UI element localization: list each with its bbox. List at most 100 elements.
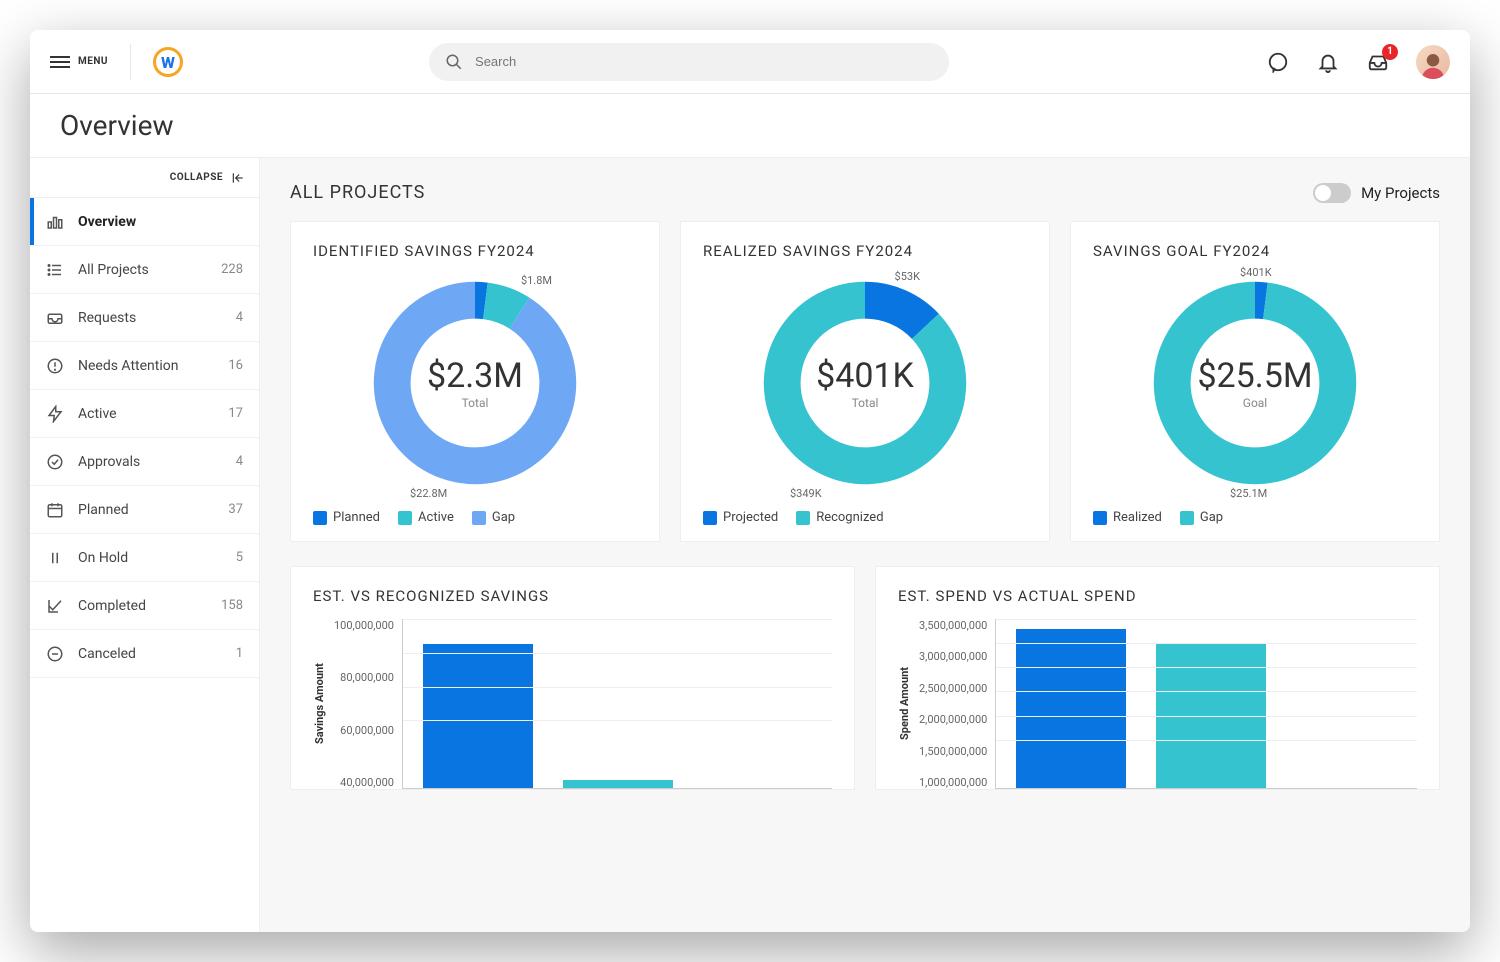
body: COLLAPSE Overview All Projects 228 Reque… <box>30 158 1470 932</box>
y-ticks: 100,000,00080,000,00060,000,00040,000,00… <box>326 619 402 789</box>
card-realized-savings: REALIZED SAVINGS FY2024 $401K Total $53K… <box>680 221 1050 542</box>
sidebar-item-count: 16 <box>228 358 243 373</box>
main-header: ALL PROJECTS My Projects <box>290 182 1440 203</box>
y-tick: 1,000,000,000 <box>919 776 987 789</box>
y-tick: 2,000,000,000 <box>919 713 987 726</box>
legend-swatch <box>313 511 327 525</box>
y-axis-label: Spend Amount <box>898 619 911 789</box>
bar <box>423 644 533 788</box>
legend-item: Projected <box>703 510 778 525</box>
sidebar-item-label: On Hold <box>78 550 128 566</box>
legend-swatch <box>472 511 486 525</box>
bar-card-row: EST. VS RECOGNIZED SAVINGS Savings Amoun… <box>290 566 1440 790</box>
check-box-icon <box>46 597 64 615</box>
y-tick: 2,500,000,000 <box>919 682 987 695</box>
topbar: MENU 1 <box>30 30 1470 94</box>
y-tick: 100,000,000 <box>334 619 394 632</box>
bolt-icon <box>46 405 64 423</box>
sidebar-item-label: Active <box>78 406 117 422</box>
section-title: ALL PROJECTS <box>290 182 425 203</box>
y-ticks: 3,500,000,000 3,000,000,000 2,500,000,000 2… <box>911 619 995 789</box>
y-tick: 80,000,000 <box>334 671 394 684</box>
legend-label: Gap <box>492 510 515 525</box>
legend-label: Active <box>418 510 454 525</box>
legend-swatch <box>703 511 717 525</box>
bar-chart: Spend Amount 3,500,000,000 3,000,000,000 2… <box>898 619 1417 789</box>
sidebar-item-canceled[interactable]: Canceled 1 <box>30 630 259 678</box>
y-tick: 3,500,000,000 <box>919 619 987 632</box>
chat-button[interactable] <box>1266 50 1290 74</box>
donut-chart: $25.5M Goal $401K $25.1M <box>1140 268 1370 498</box>
sidebar-item-approvals[interactable]: Approvals 4 <box>30 438 259 486</box>
search-box[interactable] <box>429 43 949 81</box>
sidebar-item-count: 1 <box>236 646 243 661</box>
sidebar-item-count: 17 <box>228 406 243 421</box>
sidebar-item-count: 158 <box>221 598 243 613</box>
sidebar-item-count: 4 <box>236 454 243 469</box>
y-tick: 3,000,000,000 <box>919 650 987 663</box>
segment-label-bottom: $25.1M <box>1230 487 1267 500</box>
y-tick: 40,000,000 <box>334 776 394 789</box>
sidebar-item-label: Planned <box>78 502 129 518</box>
legend-swatch <box>796 511 810 525</box>
sidebar-item-completed[interactable]: Completed 158 <box>30 582 259 630</box>
sidebar-item-label: Overview <box>78 214 136 230</box>
divider <box>130 44 131 80</box>
donut-center: $25.5M Goal <box>1140 268 1370 498</box>
sidebar-item-planned[interactable]: Planned 37 <box>30 486 259 534</box>
legend-label: Realized <box>1113 510 1162 525</box>
legend-item: Realized <box>1093 510 1162 525</box>
inbox-button[interactable]: 1 <box>1366 50 1390 74</box>
legend: Projected Recognized <box>703 510 1027 525</box>
my-projects-toggle[interactable] <box>1313 183 1351 203</box>
donut-center: $401K Total <box>750 268 980 498</box>
card-title: IDENTIFIED SAVINGS FY2024 <box>313 242 637 260</box>
hamburger-icon <box>50 56 70 68</box>
sidebar-item-needs-attention[interactable]: Needs Attention 16 <box>30 342 259 390</box>
list-icon <box>46 261 64 279</box>
search-input[interactable] <box>475 54 933 69</box>
page-title: Overview <box>60 109 174 142</box>
y-axis-label: Savings Amount <box>313 619 326 789</box>
legend-label: Projected <box>723 510 778 525</box>
user-avatar[interactable] <box>1416 45 1450 79</box>
workday-logo[interactable] <box>153 47 183 77</box>
legend-swatch <box>1180 511 1194 525</box>
pause-icon <box>46 549 64 567</box>
sidebar-item-label: Canceled <box>78 646 136 662</box>
notifications-button[interactable] <box>1316 50 1340 74</box>
sidebar-item-all-projects[interactable]: All Projects 228 <box>30 246 259 294</box>
card-est-vs-recognized: EST. VS RECOGNIZED SAVINGS Savings Amoun… <box>290 566 855 790</box>
legend-label: Recognized <box>816 510 883 525</box>
legend-swatch <box>398 511 412 525</box>
collapse-icon <box>231 171 245 185</box>
sidebar-item-label: Requests <box>78 310 136 326</box>
legend-item: Gap <box>472 510 515 525</box>
sidebar-item-overview[interactable]: Overview <box>30 198 259 246</box>
legend-item: Active <box>398 510 454 525</box>
check-circle-icon <box>46 453 64 471</box>
collapse-label: COLLAPSE <box>170 172 223 183</box>
menu-button[interactable]: MENU <box>50 56 108 68</box>
card-title: SAVINGS GOAL FY2024 <box>1093 242 1417 260</box>
card-title: EST. SPEND VS ACTUAL SPEND <box>898 587 1417 605</box>
donut-sub: Goal <box>1243 396 1267 410</box>
sidebar-item-active[interactable]: Active 17 <box>30 390 259 438</box>
collapse-button[interactable]: COLLAPSE <box>30 158 259 198</box>
legend-item: Planned <box>313 510 380 525</box>
alert-icon <box>46 357 64 375</box>
sidebar-item-on-hold[interactable]: On Hold 5 <box>30 534 259 582</box>
segment-label-bottom: $349K <box>790 487 822 500</box>
search-icon <box>445 53 463 71</box>
tray-icon <box>46 309 64 327</box>
sidebar-item-count: 5 <box>236 550 243 565</box>
donut-value: $2.3M <box>427 356 523 396</box>
sidebar-item-requests[interactable]: Requests 4 <box>30 294 259 342</box>
legend: Planned Active Gap <box>313 510 637 525</box>
page-header: Overview <box>30 94 1470 158</box>
donut-center: $2.3M Total <box>360 268 590 498</box>
card-est-spend-vs-actual: EST. SPEND VS ACTUAL SPEND Spend Amount … <box>875 566 1440 790</box>
plot-area <box>995 619 1417 789</box>
donut-value: $25.5M <box>1197 356 1312 396</box>
my-projects-toggle-wrap: My Projects <box>1313 183 1440 203</box>
